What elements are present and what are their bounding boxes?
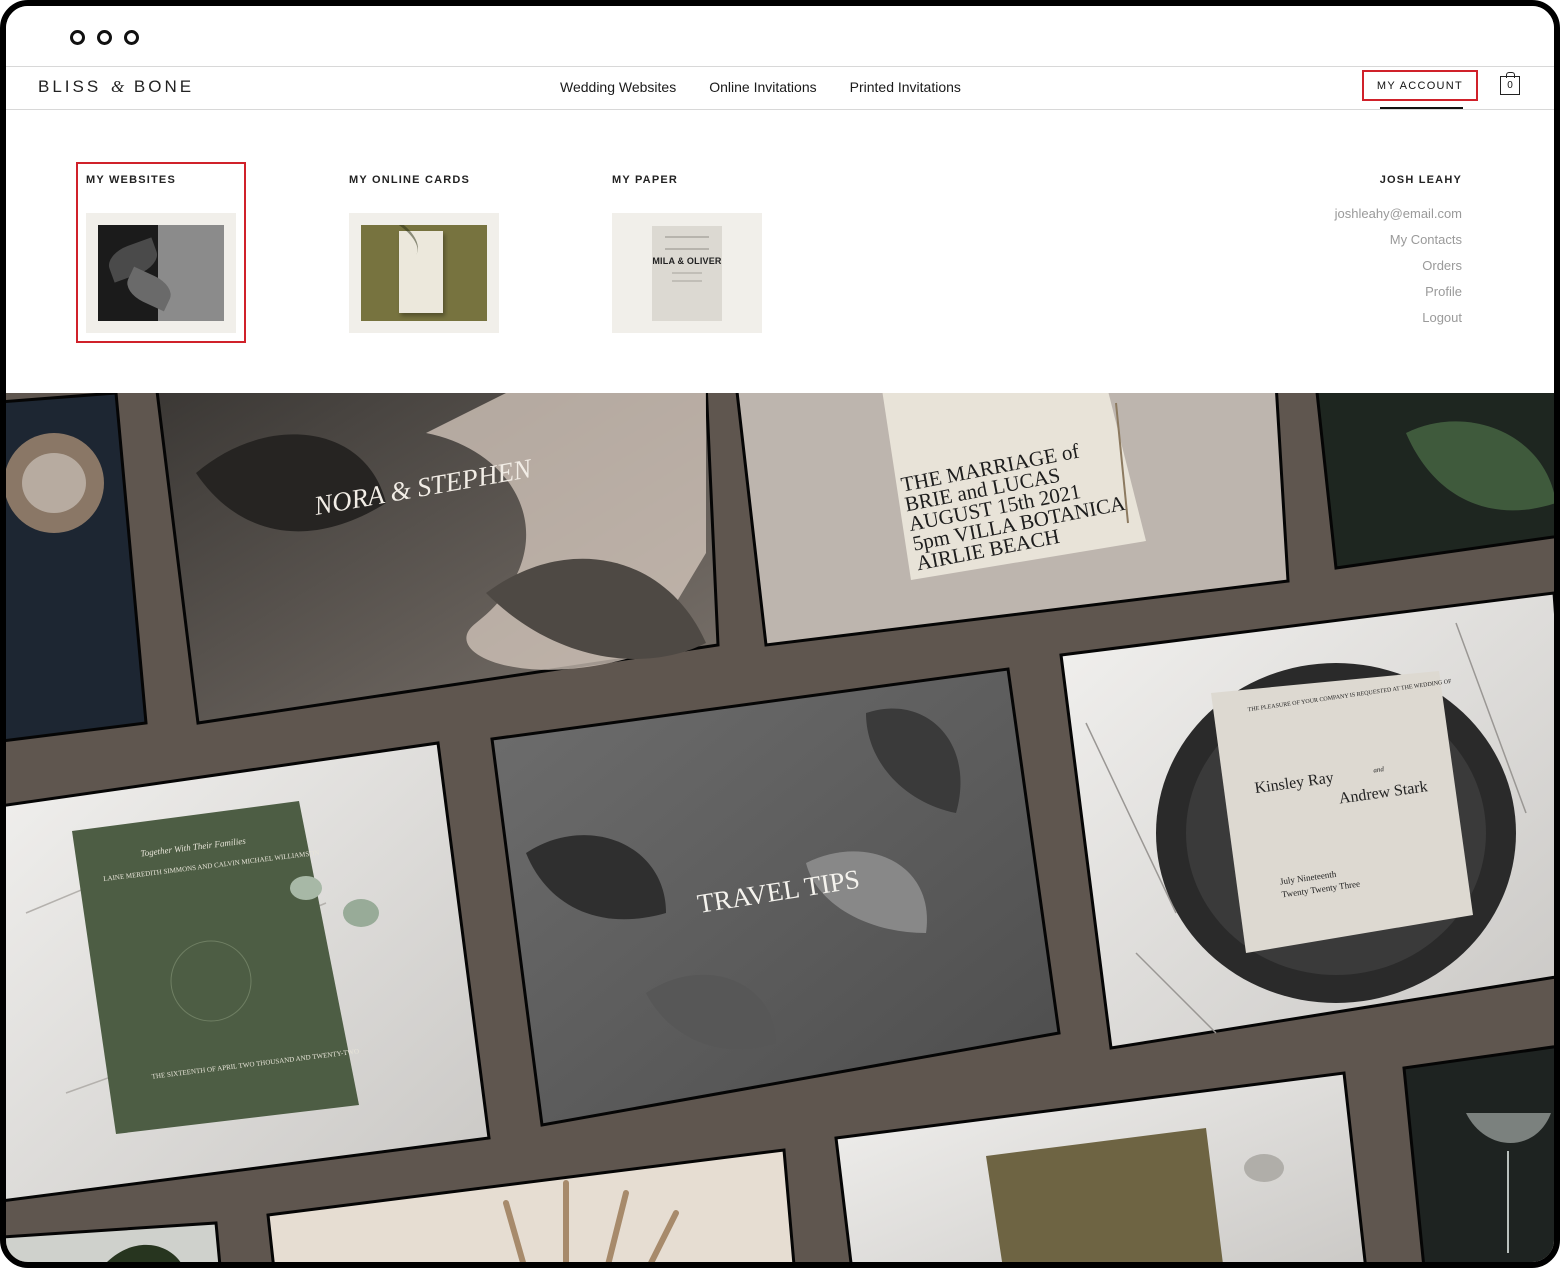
logo-word: BONE bbox=[133, 77, 195, 96]
paper-thumbnail[interactable]: MILA & OLIVER bbox=[612, 213, 762, 333]
window-dot-icon[interactable] bbox=[124, 30, 139, 45]
hero-collage-art: NORA & STEPHEN THE MARRIAGE of BRIE and … bbox=[6, 393, 1554, 1262]
logo-word: BLISS bbox=[38, 77, 102, 96]
cart-count: 0 bbox=[1507, 80, 1513, 91]
active-tab-underline bbox=[1380, 107, 1463, 109]
cart-icon[interactable]: 0 bbox=[1500, 72, 1520, 95]
section-title: MY PAPER bbox=[612, 174, 679, 186]
monstera-tile bbox=[1315, 393, 1554, 570]
section-title: MY ONLINE CARDS bbox=[349, 174, 471, 186]
website-thumbnail[interactable] bbox=[86, 213, 236, 333]
main-nav: Wedding Websites Online Invitations Prin… bbox=[560, 79, 961, 95]
user-email: joshleahy@email.com bbox=[1334, 206, 1462, 221]
account-dropdown-menu: MY WEBSITES MY ONLINE CARDS MY PAPER MIL… bbox=[6, 110, 1554, 393]
my-account-button[interactable]: MY ACCOUNT bbox=[1362, 70, 1478, 101]
user-account-column: JOSH LEAHY joshleahy@email.com My Contac… bbox=[1335, 174, 1462, 325]
my-account-label: MY ACCOUNT bbox=[1376, 79, 1464, 92]
online-card-thumbnail[interactable] bbox=[349, 213, 499, 333]
my-contacts-link[interactable]: My Contacts bbox=[1335, 232, 1462, 247]
cocktail-tile bbox=[1402, 1045, 1554, 1262]
brand-logo[interactable]: BLISS & BONE bbox=[38, 77, 194, 97]
hero-showcase-collage: NORA & STEPHEN THE MARRIAGE of BRIE and … bbox=[6, 393, 1554, 1262]
site-header: BLISS & BONE Wedding Websites Online Inv… bbox=[6, 66, 1554, 110]
window-titlebar bbox=[6, 6, 1554, 66]
paper-card-preview: MILA & OLIVER bbox=[652, 226, 722, 321]
logo-ampersand: & bbox=[110, 77, 125, 96]
kinsley-and: and bbox=[1373, 765, 1385, 774]
online-card-preview-image bbox=[361, 225, 487, 321]
nav-wedding-websites[interactable]: Wedding Websites bbox=[560, 79, 676, 95]
window-dot-icon[interactable] bbox=[70, 30, 85, 45]
nav-printed-invitations[interactable]: Printed Invitations bbox=[850, 79, 961, 95]
user-name: JOSH LEAHY bbox=[1379, 174, 1462, 186]
profile-link[interactable]: Profile bbox=[1335, 284, 1462, 299]
section-title: MY WEBSITES bbox=[86, 174, 177, 186]
website-preview-image bbox=[98, 225, 224, 321]
logout-link[interactable]: Logout bbox=[1335, 310, 1462, 325]
orders-link[interactable]: Orders bbox=[1335, 258, 1462, 273]
window-dot-icon[interactable] bbox=[97, 30, 112, 45]
window-controls bbox=[70, 30, 139, 45]
kinsley-andrew-tile: THE PLEASURE OF YOUR COMPANY IS REQUESTE… bbox=[1059, 591, 1554, 1050]
nav-online-invitations[interactable]: Online Invitations bbox=[709, 79, 816, 95]
browser-frame: BLISS & BONE Wedding Websites Online Inv… bbox=[0, 0, 1560, 1268]
green-invitation-tile: Together With Their Families LAINE MERED… bbox=[6, 741, 491, 1202]
paper-card-names: MILA & OLIVER bbox=[652, 256, 722, 266]
